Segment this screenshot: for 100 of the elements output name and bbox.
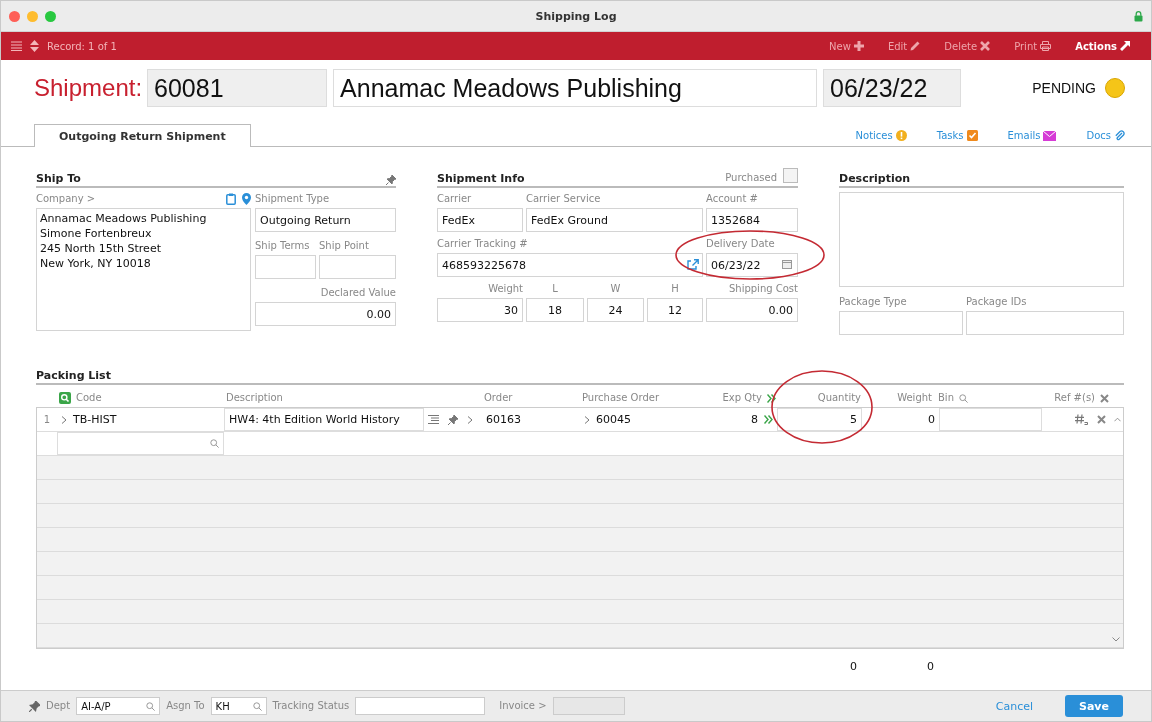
code-search-field[interactable] bbox=[57, 432, 224, 455]
height-field[interactable]: 12 bbox=[647, 298, 703, 322]
hash-icon[interactable] bbox=[1075, 414, 1088, 425]
search-icon bbox=[210, 439, 219, 448]
declared-value-field[interactable]: 0.00 bbox=[255, 302, 396, 326]
field-label: W bbox=[609, 282, 622, 296]
shipping-cost-field[interactable]: 0.00 bbox=[706, 298, 798, 322]
dept-field[interactable]: AI-A/P bbox=[76, 697, 161, 715]
ship-terms-field[interactable] bbox=[255, 255, 316, 279]
address-field[interactable]: Annamac Meadows Publishing Simone Fortenbreux 245 North 15th Street New York, NY 10018 bbox=[36, 208, 251, 331]
company-name-field[interactable]: Annamac Meadows Publishing bbox=[333, 69, 818, 107]
field-label: Account # bbox=[706, 192, 759, 206]
carrier-service-field[interactable]: FedEx Ground bbox=[526, 208, 703, 232]
width-field[interactable]: 24 bbox=[587, 298, 644, 322]
zoom-button[interactable] bbox=[45, 10, 56, 22]
list-icon[interactable] bbox=[428, 415, 439, 424]
account-field[interactable]: 1352684 bbox=[706, 208, 798, 232]
field-label: Dept bbox=[46, 699, 71, 713]
field-label: Delivery Date bbox=[706, 237, 776, 251]
location-pin-icon[interactable] bbox=[242, 193, 251, 205]
purchased-checkbox[interactable] bbox=[783, 168, 798, 183]
double-chevron-icon[interactable] bbox=[764, 415, 773, 424]
chevron-icon[interactable] bbox=[61, 415, 67, 424]
pin-icon[interactable] bbox=[29, 700, 40, 712]
bin-field[interactable] bbox=[939, 408, 1042, 431]
quantity-total: 0 bbox=[849, 658, 858, 675]
field-label: Package IDs bbox=[966, 295, 1028, 309]
field-label[interactable]: Company > bbox=[36, 192, 96, 206]
search-icon bbox=[146, 701, 156, 711]
double-chevron-icon[interactable] bbox=[767, 393, 776, 403]
column-header: Order bbox=[483, 391, 514, 405]
tab[interactable]: Outgoing Return Shipment bbox=[34, 124, 251, 147]
pin-icon[interactable] bbox=[386, 175, 396, 185]
delivery-date-field[interactable]: 06/23/22 bbox=[706, 253, 798, 277]
ship-point-field[interactable] bbox=[319, 255, 396, 279]
length-field[interactable]: 18 bbox=[526, 298, 584, 322]
section-title: Packing List bbox=[36, 369, 111, 382]
column-header: Exp Qty bbox=[722, 391, 762, 405]
scroll-down-icon[interactable] bbox=[1112, 637, 1120, 642]
field-label: Shipping Cost bbox=[727, 282, 798, 296]
shipment-type-field[interactable]: Outgoing Return bbox=[255, 208, 396, 232]
header-link[interactable]: Tasks bbox=[936, 130, 978, 146]
column-header: Quantity bbox=[817, 391, 861, 405]
clipboard-icon[interactable] bbox=[226, 193, 236, 205]
tracking-status-field[interactable] bbox=[355, 697, 486, 715]
close-icon[interactable] bbox=[1097, 415, 1106, 424]
row-number: 1 bbox=[42, 412, 52, 427]
field-label: Carrier Tracking # bbox=[437, 237, 529, 251]
window-title: Shipping Log bbox=[535, 9, 617, 23]
record-label: Shipment: bbox=[34, 74, 143, 102]
scroll-up-icon[interactable] bbox=[1114, 417, 1121, 422]
table-cell-text: 60163 bbox=[485, 412, 522, 428]
chevron-icon[interactable] bbox=[584, 415, 590, 424]
status-label: PENDING bbox=[1032, 80, 1096, 96]
section-title: Description bbox=[839, 172, 911, 185]
search-icon[interactable] bbox=[959, 393, 968, 403]
chevron-icon[interactable] bbox=[467, 415, 473, 424]
header-link[interactable]: Docs bbox=[1086, 130, 1125, 146]
field-label: Ship Point bbox=[319, 239, 370, 253]
up-down-arrows-icon[interactable] bbox=[30, 40, 39, 52]
header-link[interactable]: Notices bbox=[855, 130, 907, 146]
printer-icon bbox=[1040, 41, 1052, 51]
column-header: Bin bbox=[938, 391, 954, 405]
invoice-field[interactable] bbox=[552, 697, 625, 715]
field-label: L bbox=[551, 282, 559, 296]
column-header: Ref #(s) bbox=[1054, 391, 1095, 405]
search-icon[interactable] bbox=[59, 392, 71, 404]
tracking-number-field[interactable]: 468593225678 bbox=[437, 253, 703, 277]
menu-icon[interactable] bbox=[11, 41, 22, 51]
field-label: Ship Terms bbox=[255, 239, 311, 253]
toolbar-button[interactable]: Actions bbox=[1070, 40, 1135, 52]
pin-icon[interactable] bbox=[448, 414, 458, 425]
carrier-field[interactable]: FedEx bbox=[437, 208, 523, 232]
shipment-number-field[interactable]: 60081 bbox=[147, 69, 328, 107]
calendar-icon[interactable] bbox=[782, 260, 792, 269]
external-link-icon[interactable] bbox=[687, 259, 699, 270]
description-field[interactable] bbox=[839, 192, 1124, 287]
table-cell: 8 bbox=[751, 413, 758, 426]
email-icon bbox=[1043, 130, 1057, 141]
shipment-date-field[interactable]: 06/23/22 bbox=[823, 69, 962, 107]
field-label: Asgn To bbox=[166, 699, 205, 713]
field-label: Carrier bbox=[437, 192, 473, 206]
field-label: Weight bbox=[487, 282, 523, 296]
section-title: Ship To bbox=[36, 172, 81, 185]
close-icon[interactable] bbox=[1100, 393, 1109, 403]
quantity-field[interactable]: 5 bbox=[777, 408, 862, 431]
field-label: Package Type bbox=[839, 295, 908, 309]
table-cell: 60045 bbox=[596, 413, 631, 426]
close-button[interactable] bbox=[9, 10, 20, 22]
field-label: Shipment Type bbox=[255, 192, 331, 206]
record-counter: Record: 1 of 1 bbox=[47, 40, 117, 52]
arrow-icon bbox=[1120, 41, 1130, 51]
warning-icon bbox=[895, 130, 907, 141]
package-type-field[interactable] bbox=[839, 311, 963, 335]
section-title: Shipment Info bbox=[437, 172, 525, 185]
assign-to-field[interactable]: KH bbox=[210, 697, 267, 715]
table-cell[interactable]: HW4: 4th Edition World History bbox=[224, 408, 424, 431]
lock-icon bbox=[1134, 10, 1143, 22]
weight-field[interactable]: 30 bbox=[437, 298, 523, 322]
package-ids-field[interactable] bbox=[966, 311, 1124, 335]
